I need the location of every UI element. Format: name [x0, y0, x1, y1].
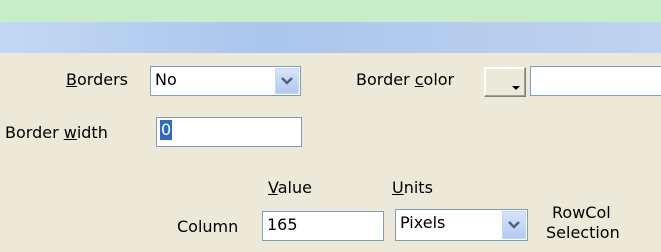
- value-header: Value: [268, 178, 312, 197]
- units-header: Units: [392, 178, 433, 197]
- chevron-down-icon: [512, 86, 520, 90]
- rowcol-label: RowCol: [552, 203, 611, 222]
- column-label: Column: [177, 217, 239, 236]
- color-swatch-icon[interactable]: [484, 67, 526, 97]
- border-width-input[interactable]: 0: [156, 117, 302, 147]
- border-color-label: Border color: [356, 70, 455, 89]
- borders-select-value: No: [155, 70, 177, 89]
- units-select[interactable]: Pixels: [395, 209, 528, 241]
- border-width-value: 0: [160, 120, 173, 140]
- border-width-label: Border width: [5, 123, 108, 142]
- column-value-input[interactable]: 165: [262, 211, 384, 241]
- chevron-down-icon[interactable]: [502, 211, 526, 239]
- selection-label: Selection: [546, 223, 620, 242]
- border-color-input[interactable]: [530, 66, 661, 96]
- panel-title-bar: [0, 22, 661, 53]
- units-select-value: Pixels: [400, 213, 446, 232]
- column-value: 165: [267, 215, 298, 234]
- borders-label: Borders: [66, 70, 128, 89]
- chevron-down-icon[interactable]: [275, 68, 299, 94]
- borders-select[interactable]: No: [150, 66, 301, 96]
